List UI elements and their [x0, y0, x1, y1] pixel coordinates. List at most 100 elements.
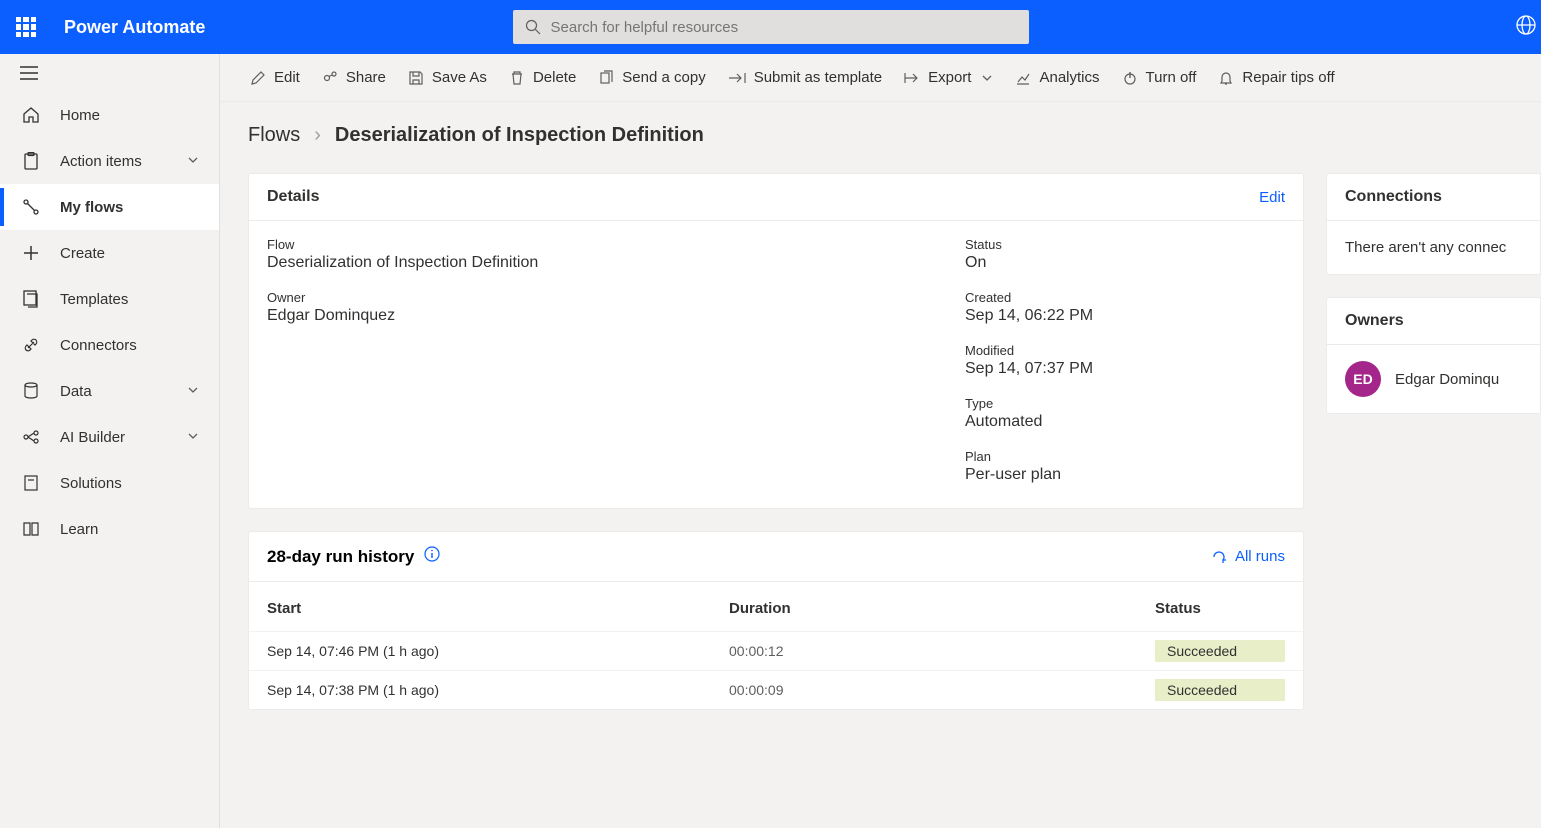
- bell-icon: [1218, 70, 1234, 86]
- breadcrumb-root[interactable]: Flows: [248, 124, 300, 147]
- owners-title: Owners: [1345, 312, 1404, 330]
- cell-start: Sep 14, 07:38 PM (1 h ago): [267, 682, 729, 698]
- status-badge: Succeeded: [1155, 679, 1285, 701]
- sidebar-item-ai-builder[interactable]: AI Builder: [0, 414, 219, 460]
- table-row[interactable]: Sep 14, 07:46 PM (1 h ago) 00:00:12 Succ…: [249, 631, 1303, 670]
- connections-card: Connections There aren't any connec: [1326, 173, 1541, 275]
- repair-tips-button[interactable]: Repair tips off: [1214, 65, 1338, 90]
- details-edit-link[interactable]: Edit: [1259, 189, 1285, 206]
- book-icon: [20, 521, 42, 537]
- sidebar-item-action-items[interactable]: Action items: [0, 138, 219, 184]
- refresh-icon: [1211, 549, 1227, 565]
- delete-button[interactable]: Delete: [505, 65, 580, 90]
- send-copy-button[interactable]: Send a copy: [594, 65, 709, 90]
- owner-row[interactable]: ED Edgar Dominqu: [1327, 345, 1540, 413]
- action-bar: Edit Share Save As Delete Send a copy Su…: [220, 54, 1541, 102]
- owner-name: Edgar Dominqu: [1395, 371, 1499, 388]
- table-header: Start Duration Status: [249, 582, 1303, 631]
- sidebar-item-label: Action items: [60, 153, 142, 170]
- sidebar-item-label: Create: [60, 245, 105, 262]
- share-icon: [322, 70, 338, 86]
- sidebar-item-solutions[interactable]: Solutions: [0, 460, 219, 506]
- connectors-icon: [20, 336, 42, 354]
- turn-off-button[interactable]: Turn off: [1118, 65, 1201, 90]
- run-history-title: 28-day run history: [267, 547, 414, 567]
- share-button[interactable]: Share: [318, 65, 390, 90]
- solutions-icon: [20, 474, 42, 492]
- sidebar-item-home[interactable]: Home: [0, 92, 219, 138]
- sidebar-item-label: My flows: [60, 199, 123, 216]
- save-icon: [408, 70, 424, 86]
- created-value: Sep 14, 06:22 PM: [965, 307, 1285, 325]
- connections-empty-text: There aren't any connec: [1327, 221, 1540, 274]
- sidebar: Home Action items My flows Create Templa…: [0, 54, 220, 828]
- owner-label: Owner: [267, 290, 925, 305]
- breadcrumb: Flows › Deserialization of Inspection De…: [220, 102, 1541, 155]
- chevron-down-icon: [981, 72, 993, 84]
- analytics-icon: [1015, 70, 1031, 86]
- status-value: On: [965, 254, 1285, 272]
- col-duration[interactable]: Duration: [729, 600, 1155, 617]
- submit-template-button[interactable]: Submit as template: [724, 65, 886, 90]
- avatar: ED: [1345, 361, 1381, 397]
- ai-icon: [20, 428, 42, 446]
- clipboard-icon: [20, 152, 42, 170]
- sidebar-item-learn[interactable]: Learn: [0, 506, 219, 552]
- app-launcher-icon[interactable]: [16, 17, 36, 37]
- home-icon: [20, 106, 42, 124]
- flow-label: Flow: [267, 237, 925, 252]
- owners-card: Owners ED Edgar Dominqu: [1326, 297, 1541, 414]
- sidebar-item-label: AI Builder: [60, 429, 125, 446]
- sidebar-item-label: Templates: [60, 291, 128, 308]
- power-icon: [1122, 70, 1138, 86]
- sidebar-item-label: Data: [60, 383, 92, 400]
- hamburger-button[interactable]: [0, 54, 219, 92]
- data-icon: [20, 382, 42, 400]
- submit-icon: [728, 71, 746, 85]
- chevron-right-icon: ›: [314, 124, 321, 147]
- owner-value: Edgar Dominquez: [267, 307, 925, 325]
- type-value: Automated: [965, 413, 1285, 431]
- connections-title: Connections: [1345, 188, 1442, 206]
- analytics-button[interactable]: Analytics: [1011, 65, 1103, 90]
- flow-icon: [20, 198, 42, 216]
- all-runs-link[interactable]: All runs: [1211, 548, 1285, 565]
- brand-title: Power Automate: [64, 17, 205, 38]
- sidebar-item-connectors[interactable]: Connectors: [0, 322, 219, 368]
- sidebar-item-my-flows[interactable]: My flows: [0, 184, 219, 230]
- environment-icon[interactable]: [1515, 14, 1537, 41]
- status-badge: Succeeded: [1155, 640, 1285, 662]
- flow-value: Deserialization of Inspection Definition: [267, 254, 925, 272]
- chevron-down-icon: [187, 153, 199, 170]
- cell-duration: 00:00:12: [729, 643, 1155, 659]
- created-label: Created: [965, 290, 1285, 305]
- edit-button[interactable]: Edit: [246, 65, 304, 90]
- export-button[interactable]: Export: [900, 65, 997, 90]
- col-start[interactable]: Start: [267, 600, 729, 617]
- modified-label: Modified: [965, 343, 1285, 358]
- sidebar-item-templates[interactable]: Templates: [0, 276, 219, 322]
- copy-icon: [598, 70, 614, 86]
- col-status[interactable]: Status: [1155, 600, 1285, 617]
- sidebar-item-label: Connectors: [60, 337, 137, 354]
- info-icon[interactable]: [424, 546, 440, 567]
- sidebar-item-label: Learn: [60, 521, 98, 538]
- search-input[interactable]: [551, 19, 1017, 36]
- plan-label: Plan: [965, 449, 1285, 464]
- cell-start: Sep 14, 07:46 PM (1 h ago): [267, 643, 729, 659]
- sidebar-item-create[interactable]: Create: [0, 230, 219, 276]
- sidebar-item-data[interactable]: Data: [0, 368, 219, 414]
- trash-icon: [509, 70, 525, 86]
- sidebar-item-label: Solutions: [60, 475, 122, 492]
- table-row[interactable]: Sep 14, 07:38 PM (1 h ago) 00:00:09 Succ…: [249, 670, 1303, 709]
- top-header: Power Automate: [0, 0, 1541, 54]
- chevron-down-icon: [187, 429, 199, 446]
- details-title: Details: [267, 188, 319, 206]
- type-label: Type: [965, 396, 1285, 411]
- run-history-card: 28-day run history All runs Start Durati…: [248, 531, 1304, 710]
- sidebar-item-label: Home: [60, 107, 100, 124]
- pencil-icon: [250, 70, 266, 86]
- search-box[interactable]: [513, 10, 1029, 44]
- save-as-button[interactable]: Save As: [404, 65, 491, 90]
- main-content: Edit Share Save As Delete Send a copy Su…: [220, 54, 1541, 828]
